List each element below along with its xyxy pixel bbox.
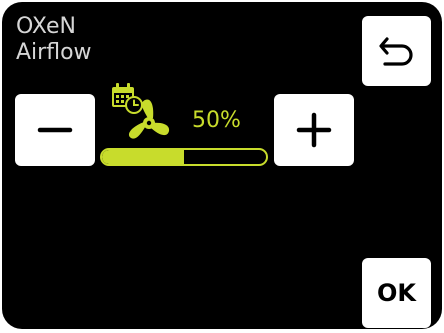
decrease-button[interactable] — [15, 94, 95, 166]
airflow-screen: OXeN Airflow 50% OK — [2, 2, 442, 329]
airflow-percent: 50% — [192, 108, 241, 133]
plus-icon — [296, 112, 332, 148]
airflow-level-bar — [100, 148, 268, 166]
back-button[interactable] — [362, 16, 431, 86]
undo-arrow-icon — [378, 37, 413, 66]
ok-button[interactable]: OK — [362, 258, 431, 328]
device-title: OXeN — [16, 14, 76, 39]
increase-button[interactable] — [274, 94, 354, 166]
fan-icon — [128, 99, 170, 139]
airflow-level-fill — [102, 150, 184, 164]
ok-label: OK — [377, 279, 416, 307]
screen-title: Airflow — [16, 40, 92, 65]
minus-icon — [37, 127, 73, 133]
